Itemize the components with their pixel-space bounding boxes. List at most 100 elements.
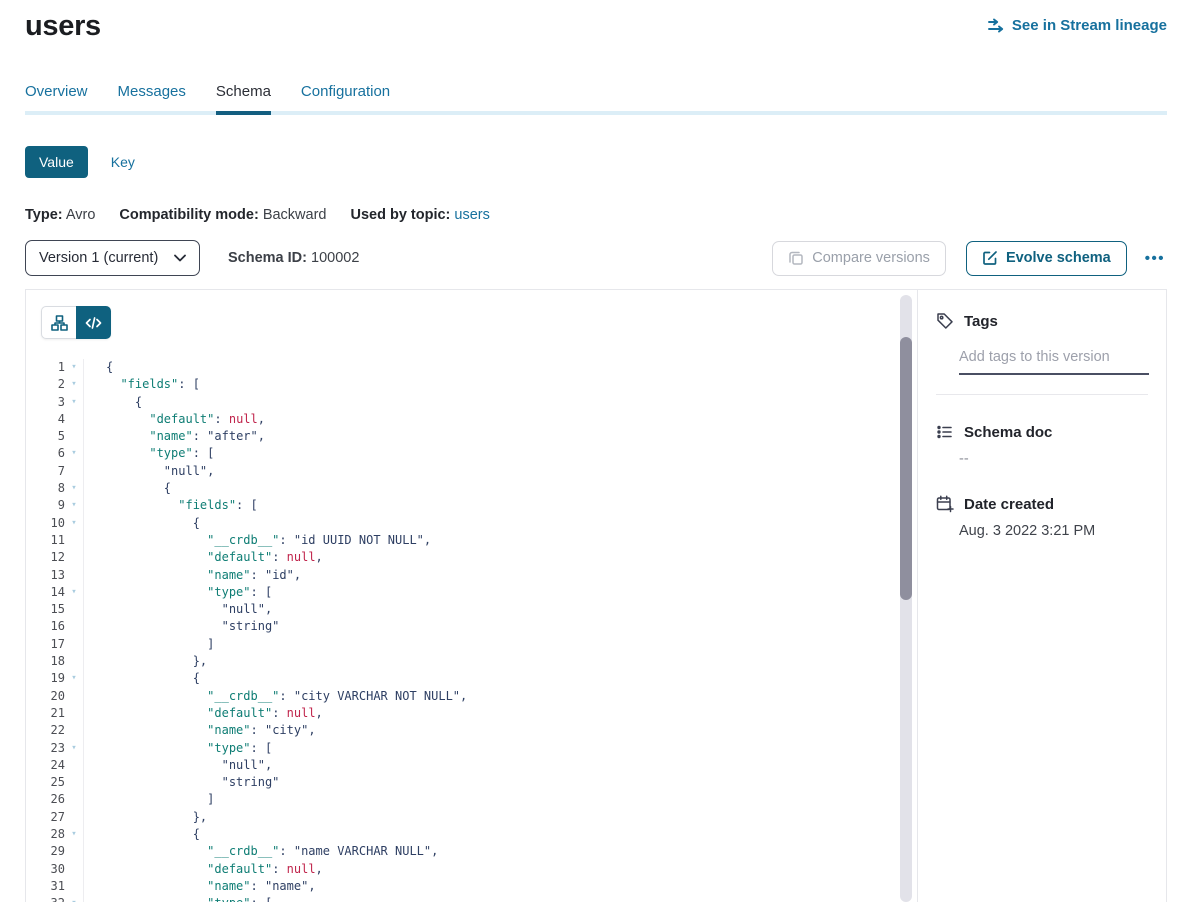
line-number: 19 bbox=[26, 670, 65, 687]
code-text: "__crdb__": "name VARCHAR NULL", bbox=[84, 843, 438, 860]
code-text: }, bbox=[84, 653, 207, 670]
line-number: 5 bbox=[26, 428, 65, 445]
code-lines: 1▾{2▾ "fields": [3▾ {4 "default": null,5… bbox=[26, 359, 917, 902]
chevron-down-icon bbox=[174, 254, 186, 262]
fold-gutter-spacer bbox=[65, 601, 83, 618]
tab-overview[interactable]: Overview bbox=[25, 83, 88, 115]
line-number: 12 bbox=[26, 549, 65, 566]
code-text: "__crdb__": "city VARCHAR NOT NULL", bbox=[84, 688, 467, 705]
line-number: 32 bbox=[26, 895, 65, 902]
version-select-value: Version 1 (current) bbox=[39, 250, 158, 266]
code-text: "name": "id", bbox=[84, 567, 301, 584]
fold-toggle-icon[interactable]: ▾ bbox=[65, 394, 83, 411]
code-text: "type": [ bbox=[84, 584, 272, 601]
compare-versions-icon bbox=[788, 250, 804, 266]
sidebar-divider bbox=[936, 394, 1148, 395]
line-number: 29 bbox=[26, 843, 65, 860]
editor-scrollbar-thumb[interactable] bbox=[900, 337, 912, 600]
schema-doc-section: Schema doc -- bbox=[936, 423, 1148, 467]
line-number: 26 bbox=[26, 791, 65, 808]
code-text: ] bbox=[84, 636, 214, 653]
fold-gutter-spacer bbox=[65, 549, 83, 566]
schema-part-toggle: Value Key bbox=[25, 146, 1167, 178]
fold-gutter-spacer bbox=[65, 809, 83, 826]
tags-title: Tags bbox=[964, 313, 998, 330]
evolve-schema-button[interactable]: Evolve schema bbox=[966, 241, 1127, 276]
tree-view-icon bbox=[51, 315, 68, 331]
line-number: 3 bbox=[26, 394, 65, 411]
fold-gutter-spacer bbox=[65, 567, 83, 584]
code-line: 10▾ { bbox=[26, 515, 917, 532]
fold-toggle-icon[interactable]: ▾ bbox=[65, 740, 83, 757]
compare-versions-button[interactable]: Compare versions bbox=[772, 241, 946, 276]
stream-lineage-icon bbox=[988, 18, 1005, 33]
fold-toggle-icon[interactable]: ▾ bbox=[65, 445, 83, 462]
fold-toggle-icon[interactable]: ▾ bbox=[65, 670, 83, 687]
code-text: "string" bbox=[84, 618, 279, 635]
line-number: 7 bbox=[26, 463, 65, 480]
code-text: "null", bbox=[84, 757, 272, 774]
tab-configuration[interactable]: Configuration bbox=[301, 83, 390, 115]
line-number: 4 bbox=[26, 411, 65, 428]
code-line: 11 "__crdb__": "id UUID NOT NULL", bbox=[26, 532, 917, 549]
editor-scrollbar-track[interactable] bbox=[900, 295, 912, 902]
topic-link[interactable]: users bbox=[454, 207, 489, 223]
line-number: 20 bbox=[26, 688, 65, 705]
tab-messages[interactable]: Messages bbox=[118, 83, 186, 115]
fold-gutter-spacer bbox=[65, 791, 83, 808]
fold-toggle-icon[interactable]: ▾ bbox=[65, 359, 83, 376]
line-number: 18 bbox=[26, 653, 65, 670]
date-created-title: Date created bbox=[964, 496, 1054, 513]
code-text: "type": [ bbox=[84, 740, 272, 757]
line-number: 14 bbox=[26, 584, 65, 601]
fold-toggle-icon[interactable]: ▾ bbox=[65, 515, 83, 532]
see-in-stream-lineage-link[interactable]: See in Stream lineage bbox=[988, 17, 1167, 34]
code-text: }, bbox=[84, 809, 207, 826]
add-tags-input[interactable] bbox=[959, 347, 1149, 375]
fold-gutter-spacer bbox=[65, 774, 83, 791]
fold-toggle-icon[interactable]: ▾ bbox=[65, 826, 83, 843]
version-select[interactable]: Version 1 (current) bbox=[25, 240, 200, 276]
code-text: { bbox=[84, 394, 142, 411]
code-text: "default": null, bbox=[84, 549, 323, 566]
schema-id: Schema ID: 100002 bbox=[228, 250, 359, 266]
page-title: users bbox=[25, 10, 101, 43]
code-line: 15 "null", bbox=[26, 601, 917, 618]
code-line: 26 ] bbox=[26, 791, 917, 808]
code-text: "name": "name", bbox=[84, 878, 316, 895]
line-number: 28 bbox=[26, 826, 65, 843]
code-text: "type": [ bbox=[84, 895, 272, 902]
fold-toggle-icon[interactable]: ▾ bbox=[65, 376, 83, 393]
code-text: "name": "after", bbox=[84, 428, 265, 445]
more-actions-button[interactable]: ••• bbox=[1143, 246, 1167, 271]
value-toggle-button[interactable]: Value bbox=[25, 146, 88, 178]
code-text: "null", bbox=[84, 601, 272, 618]
code-text: { bbox=[84, 670, 200, 687]
fold-toggle-icon[interactable]: ▾ bbox=[65, 895, 83, 902]
tab-schema[interactable]: Schema bbox=[216, 83, 271, 115]
code-line: 16 "string" bbox=[26, 618, 917, 635]
line-number: 25 bbox=[26, 774, 65, 791]
code-text: "default": null, bbox=[84, 705, 323, 722]
fold-gutter-spacer bbox=[65, 618, 83, 635]
code-text: "string" bbox=[84, 774, 279, 791]
fold-toggle-icon[interactable]: ▾ bbox=[65, 497, 83, 514]
schema-sidebar: Tags Schema doc -- bbox=[918, 290, 1166, 902]
lineage-link-label: See in Stream lineage bbox=[1012, 17, 1167, 34]
code-line: 29 "__crdb__": "name VARCHAR NULL", bbox=[26, 843, 917, 860]
code-view-button[interactable] bbox=[76, 306, 111, 339]
used-by-topic: Used by topic: users bbox=[350, 207, 489, 223]
fold-toggle-icon[interactable]: ▾ bbox=[65, 584, 83, 601]
key-toggle-button[interactable]: Key bbox=[111, 154, 135, 170]
code-line: 24 "null", bbox=[26, 757, 917, 774]
fold-gutter-spacer bbox=[65, 636, 83, 653]
line-number: 23 bbox=[26, 740, 65, 757]
code-text: "null", bbox=[84, 463, 214, 480]
fold-gutter-spacer bbox=[65, 878, 83, 895]
tree-view-button[interactable] bbox=[41, 306, 76, 339]
code-text: { bbox=[84, 826, 200, 843]
line-number: 8 bbox=[26, 480, 65, 497]
date-created-value: Aug. 3 2022 3:21 PM bbox=[959, 523, 1148, 539]
fold-gutter-spacer bbox=[65, 688, 83, 705]
fold-toggle-icon[interactable]: ▾ bbox=[65, 480, 83, 497]
